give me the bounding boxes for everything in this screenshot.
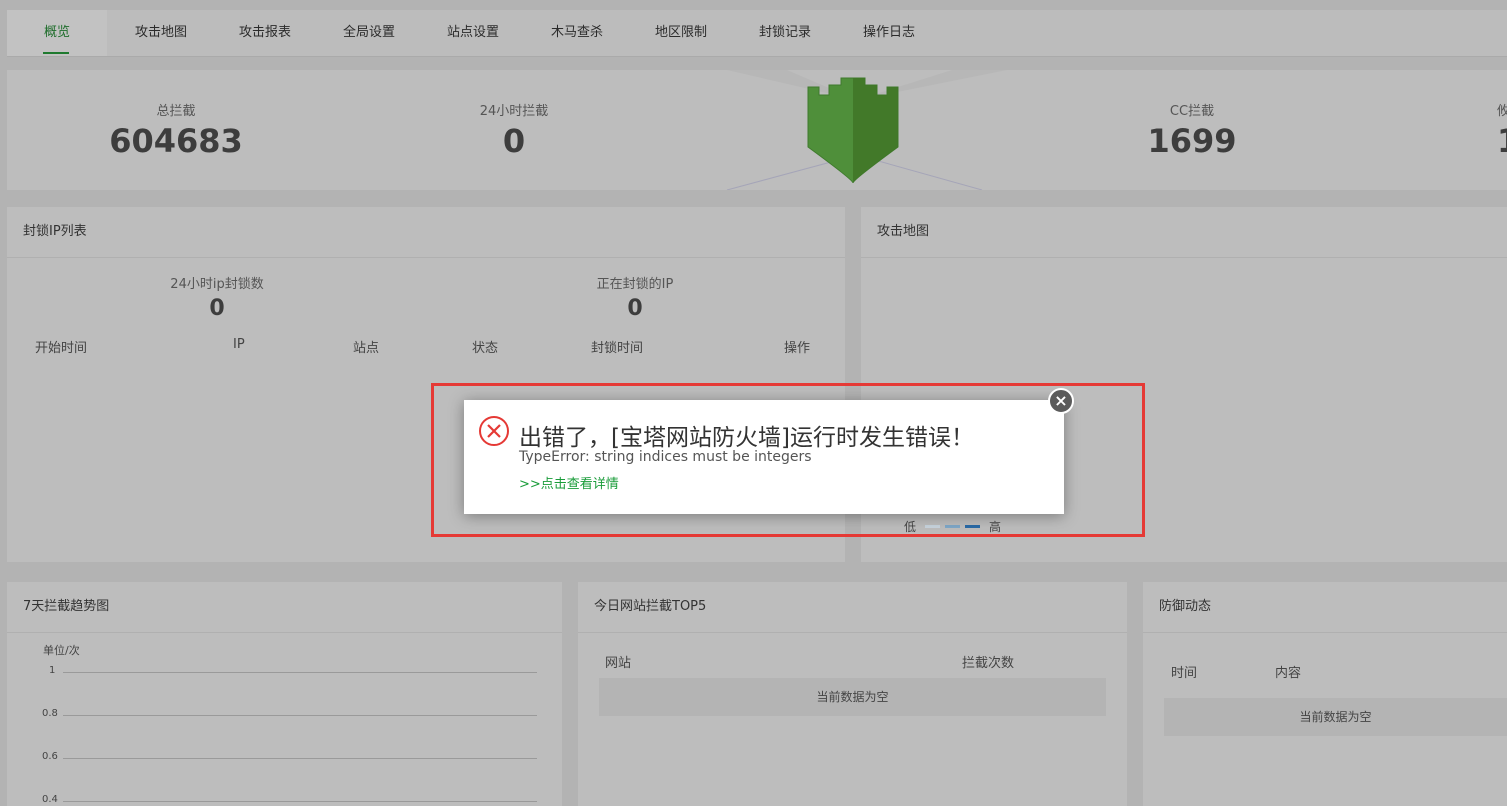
block-ip-title: 封锁IP列表 [23,224,87,239]
total-block-label: 总拦截 [156,104,196,119]
column-header-time: 时间 [1171,666,1198,681]
column-header-block-count: 拦截次数 [962,656,1015,671]
h24-ip-block-value: 0 [209,296,225,321]
column-header-status: 状态 [472,341,499,356]
tab-region-limit[interactable]: 地区限制 [631,10,731,56]
column-header-content: 内容 [1275,666,1302,681]
cc-block-value: 1699 [1147,122,1237,160]
column-header-site: 站点 [353,341,380,356]
h24-block-value: 0 [502,122,526,160]
defense-title: 防御动态 [1159,599,1212,614]
divider [7,632,562,633]
grid-line [63,715,537,716]
tab-attack-report[interactable]: 攻击报表 [215,10,315,56]
column-header-start-time: 开始时间 [35,341,88,356]
y-tick-label: 0.8 [42,708,58,719]
trend-unit-label: 单位/次 [43,644,80,657]
divider [861,257,1507,258]
tab-site-settings[interactable]: 站点设置 [423,10,523,56]
tab-operation-log[interactable]: 操作日志 [839,10,939,56]
grid-line [63,758,537,759]
column-header-block-time: 封锁时间 [591,341,644,356]
h24-ip-block-label: 24小时ip封锁数 [170,277,264,292]
total-block-value: 604683 [109,122,243,160]
divider [578,632,1127,633]
current-blocked-ip-label: 正在封锁的IP [596,277,674,292]
top5-title: 今日网站拦截TOP5 [594,599,707,614]
y-tick-label: 0.4 [42,794,58,805]
divider [7,257,845,258]
current-blocked-ip-value: 0 [627,296,643,321]
y-tick-label: 0.6 [42,751,58,762]
empty-data-row: 当前数据为空 [1164,698,1507,736]
y-tick-label: 1 [49,665,56,676]
cc-block-label: CC拦截 [1169,104,1215,119]
tab-bar: 概览 攻击地图 攻击报表 全局设置 站点设置 木马查杀 地区限制 封锁记录 操作… [7,10,1507,57]
trend-panel: 7天拦截趋势图 单位/次 1 0.8 0.6 0.4 [7,582,562,806]
close-icon[interactable]: × [1048,388,1074,414]
partial-stat-value: 1 [1497,122,1507,160]
tab-block-records[interactable]: 封锁记录 [735,10,835,56]
h24-block-label: 24小时拦截 [479,104,549,119]
attack-map-title: 攻击地图 [877,224,930,239]
grid-line [63,801,537,802]
empty-data-row: 当前数据为空 [599,678,1106,716]
grid-line [63,672,537,673]
tab-global-settings[interactable]: 全局设置 [319,10,419,56]
active-tab-underline [43,52,69,54]
partial-stat-label: 攸 [1497,104,1507,119]
tab-overview[interactable]: 概览 [7,10,107,56]
tab-trojan-scan[interactable]: 木马查杀 [527,10,627,56]
divider [1143,632,1507,633]
column-header-action: 操作 [784,341,811,356]
trend-title: 7天拦截趋势图 [23,599,110,614]
stats-banner: 总拦截 604683 24小时拦截 0 CC拦截 1699 攸 1 [7,70,1507,190]
shield-castle-icon [807,77,899,184]
top5-panel: 今日网站拦截TOP5 网站 拦截次数 当前数据为空 [578,582,1127,806]
column-header-ip: IP [233,337,245,352]
defense-panel: 防御动态 时间 内容 当前数据为空 [1143,582,1507,806]
highlight-rectangle [431,383,1145,537]
column-header-site: 网站 [605,656,632,671]
tab-attack-map[interactable]: 攻击地图 [111,10,211,56]
